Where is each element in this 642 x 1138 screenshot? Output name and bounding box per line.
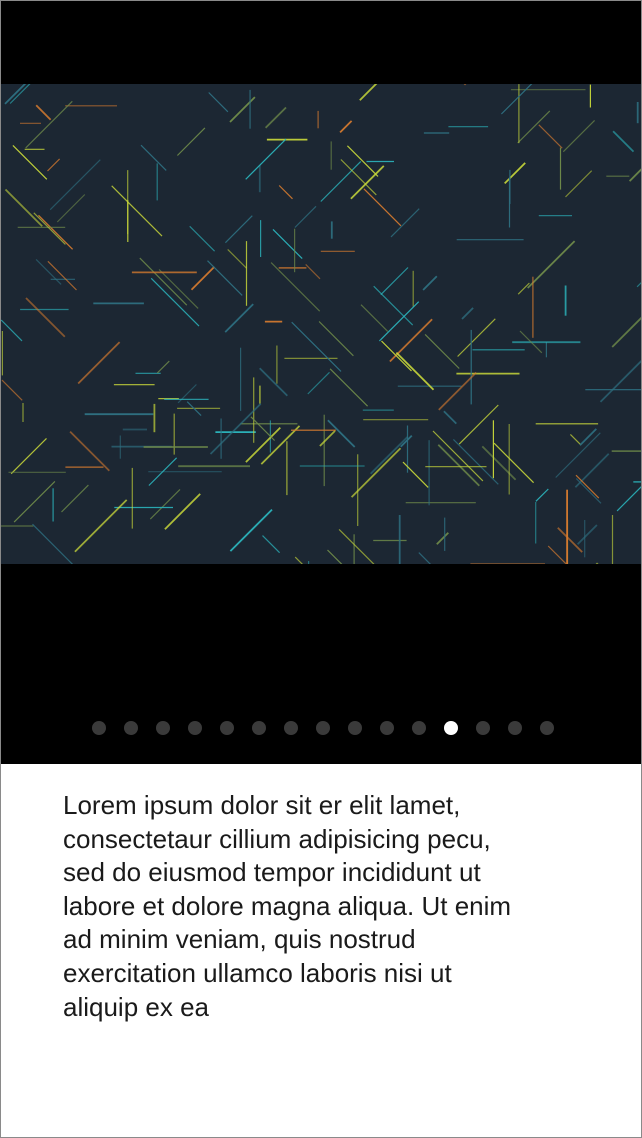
screen: Lorem ipsum dolor sit er elit lamet, con… xyxy=(0,0,642,1138)
page-dot[interactable] xyxy=(348,721,362,735)
page-dot[interactable] xyxy=(124,721,138,735)
page-dot[interactable] xyxy=(380,721,394,735)
page-dot[interactable] xyxy=(508,721,522,735)
page-indicator[interactable] xyxy=(1,719,641,737)
page-dot[interactable] xyxy=(412,721,426,735)
page-dot[interactable] xyxy=(92,721,106,735)
abstract-lines-artwork xyxy=(1,84,641,564)
page-dot[interactable] xyxy=(188,721,202,735)
page-dot[interactable] xyxy=(252,721,266,735)
slide-image xyxy=(1,84,641,564)
page-dot[interactable] xyxy=(284,721,298,735)
page-dot[interactable] xyxy=(156,721,170,735)
caption-text: Lorem ipsum dolor sit er elit lamet, con… xyxy=(63,790,512,1022)
image-carousel[interactable] xyxy=(1,1,641,764)
page-dot[interactable] xyxy=(540,721,554,735)
page-dot[interactable] xyxy=(316,721,330,735)
page-dot[interactable] xyxy=(476,721,490,735)
page-dot[interactable] xyxy=(220,721,234,735)
page-dot-active[interactable] xyxy=(444,721,458,735)
